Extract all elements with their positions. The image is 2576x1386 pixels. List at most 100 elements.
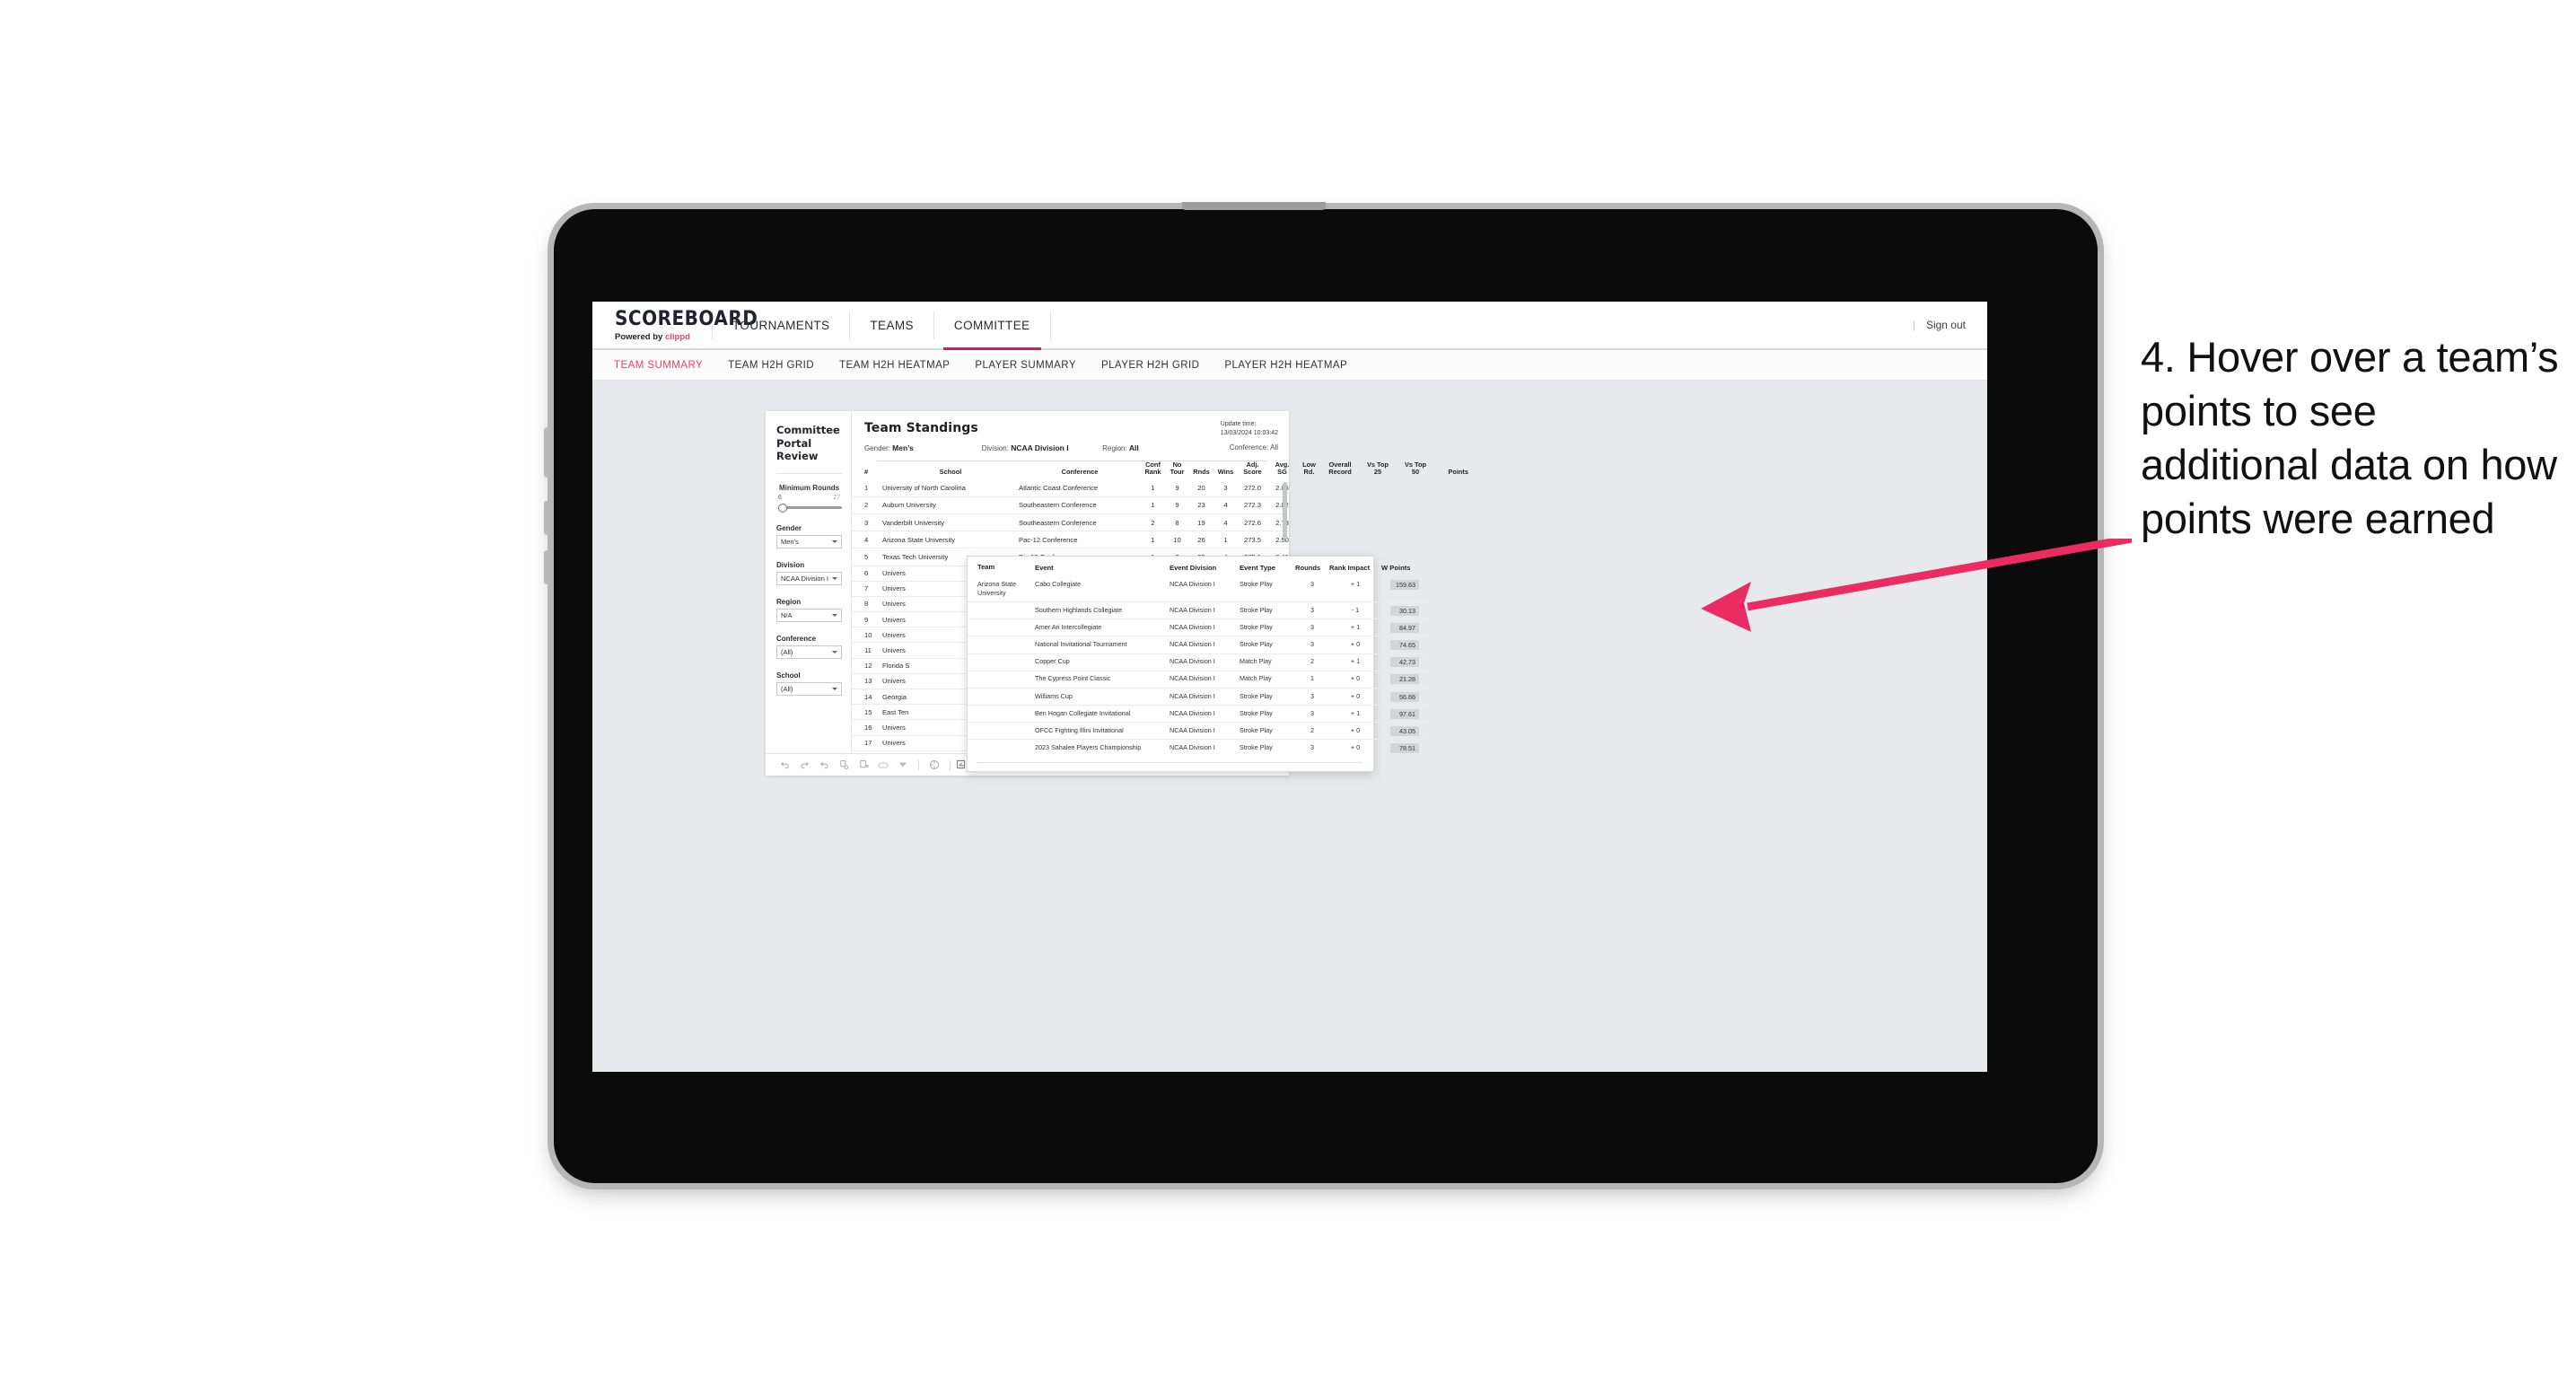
col-vs-top-50[interactable]: Vs Top 50 [1397,461,1434,480]
col-points[interactable]: Points [1434,461,1481,480]
criteria-gender-value: Men’s [892,443,914,452]
tooltip-cell-team [968,654,1035,671]
table-row[interactable]: 4 Arizona State University Pac-12 Conferen… [852,531,1289,549]
col-low-rd[interactable]: Low Rd. [1297,461,1321,480]
col-no-tour-l2: Tour [1170,468,1185,477]
nav-item-tournaments[interactable]: TOURNAMENTS [713,302,849,348]
col-wins[interactable]: Wins [1214,461,1238,480]
brand-logo[interactable]: SCOREBOARD Powered by clippd [592,302,758,348]
revert-icon[interactable] [814,760,834,770]
tooltip-cell-rank-impact: + 1 [1329,705,1381,724]
tab-team-summary[interactable]: TEAM SUMMARY [614,360,703,371]
filter-division-select[interactable]: NCAA Division I [776,572,842,586]
filter-school-select[interactable]: (All) [776,682,842,697]
slider-handle[interactable] [778,504,788,513]
table-row[interactable]: 2 Auburn University Southeastern Conferenc… [852,496,1289,514]
tooltip-cell-w-points: 159.63 [1381,576,1430,602]
tooltip-cell-rounds: 3 [1295,688,1329,706]
tooltip-cell-event: Cabo Collegiate [1035,576,1170,602]
app-header: SCOREBOARD Powered by clippd TOURNAMENTS… [592,302,1987,350]
tooltip-table: Team Event Event Division Event Type Rou… [968,563,1430,757]
nav-item-committee[interactable]: COMMITTEE [934,302,1050,350]
criteria-region-value: All [1128,443,1139,452]
redo-icon[interactable] [794,760,814,770]
filter-division-value: NCAA Division I [781,575,828,583]
annotation-text: 4. Hover over a team’s points to see add… [2141,333,2559,543]
col-adj-score-l2: Score [1243,468,1262,477]
w-points-badge: 56.66 [1390,691,1419,702]
col-school[interactable]: School [882,461,1019,480]
cell-no-tour: 8 [1165,513,1189,532]
top-navigation: TOURNAMENTS TEAMS COMMITTEE [713,302,1051,350]
cell-rnds: 23 [1189,496,1214,514]
standings-table-header: # School Conference Conf Rank No Tour Rnds… [852,461,1481,480]
filter-gender-label: Gender [776,524,802,533]
cell-rank: 18 [852,750,882,753]
col-avg-sg[interactable]: Avg. SG [1267,461,1297,480]
tooltip-cell-rank-impact: + 1 [1329,576,1381,602]
update-time-value: 13/03/2024 10:03:42 [1220,430,1278,437]
vertical-scrollbar[interactable] [1283,481,1287,539]
tooltip-row: 2023 Sahalee Players Championship NCAA Di… [968,740,1430,757]
tab-team-h2h-grid[interactable]: TEAM H2H GRID [728,360,814,371]
tooltip-cell-type: Match Play [1240,654,1295,671]
points-breakdown-tooltip: Team Event Event Division Event Type Rou… [967,556,1430,772]
tooltip-row: Amer Ari Intercollegiate NCAA Division IS… [968,618,1430,637]
filter-gender-select[interactable]: Men’s [776,535,842,549]
col-rank[interactable]: # [852,461,882,480]
minimum-rounds-slider-group: Minimum Rounds 6 27 [776,484,842,513]
cell-rank: 12 [852,658,882,674]
cell-wins: 3 [1214,479,1238,497]
chevron-down-icon[interactable] [893,762,913,768]
tooltip-cell-event: Williams Cup [1035,688,1170,706]
table-row[interactable]: 3 Vanderbilt University Southeastern Confe… [852,513,1289,532]
filter-title-line2: Portal Review [776,436,819,463]
tab-player-h2h-heatmap[interactable]: PLAYER H2H HEATMAP [1224,360,1347,371]
table-row[interactable]: 1 University of North Carolina Atlantic Co… [852,479,1289,497]
col-rnds-l2: Rnds [1193,468,1210,477]
toolbar-divider [918,759,919,770]
cell-rank: 9 [852,611,882,628]
col-conf-rank[interactable]: Conf Rank [1141,461,1165,480]
cell-adj-score: 273.5 [1238,531,1267,549]
col-overall-record[interactable]: Overall Record [1321,461,1359,480]
brand-subtitle: Powered by clippd [615,332,712,342]
tooltip-cell-division: NCAA Division I [1170,671,1240,689]
sign-out-link[interactable]: Sign out [1926,319,1966,331]
undo-icon[interactable] [775,760,794,770]
filter-conference-select[interactable]: (All) [776,645,842,660]
tab-player-h2h-grid[interactable]: PLAYER H2H GRID [1101,360,1199,371]
criteria-division-label: Division: [981,444,1009,452]
filter-region-select[interactable]: N/A [776,609,842,623]
cell-rank: 1 [852,479,882,497]
col-vs-top-25[interactable]: Vs Top 25 [1359,461,1397,480]
col-adj-score[interactable]: Adj. Score [1238,461,1267,480]
tooltip-row: National Invitational Tournament NCAA Div… [968,636,1430,654]
col-rnds[interactable]: Rnds [1189,461,1214,480]
cell-conf-rank: 1 [1141,496,1165,514]
pause-auto-update-icon[interactable] [854,759,873,770]
reset-icon[interactable] [924,759,944,770]
tooltip-cell-w-points: 97.61 [1381,705,1430,724]
cell-no-tour: 10 [1165,531,1189,549]
col-conference[interactable]: Conference [1019,461,1141,480]
tooltip-col-event-type: Event Type [1240,563,1275,572]
tab-player-summary[interactable]: PLAYER SUMMARY [975,360,1076,371]
tooltip-cell-rounds: 2 [1295,654,1329,671]
minimum-rounds-slider[interactable] [776,503,842,513]
brand-title: SCOREBOARD [615,305,758,329]
criteria-conference-label: Conference: [1229,443,1269,452]
tooltip-cell-division: NCAA Division I [1170,618,1240,637]
tooltip-cell-event: Amer Ari Intercollegiate [1035,618,1170,637]
highlight-icon[interactable] [873,761,893,769]
criteria-conference-value: All [1270,443,1278,452]
tooltip-cell-rank-impact: + 0 [1329,636,1381,654]
tooltip-cell-type: Stroke Play [1240,743,1273,752]
refresh-data-icon[interactable] [834,759,854,770]
col-no-tour[interactable]: No Tour [1165,461,1189,480]
tab-team-h2h-heatmap[interactable]: TEAM H2H HEATMAP [839,360,950,371]
nav-item-teams[interactable]: TEAMS [850,302,933,348]
cell-rank: 11 [852,642,882,659]
tablet-device-frame: SCOREBOARD Powered by clippd TOURNAMENTS… [544,202,2098,1183]
filter-conference-value: (All) [781,648,793,657]
